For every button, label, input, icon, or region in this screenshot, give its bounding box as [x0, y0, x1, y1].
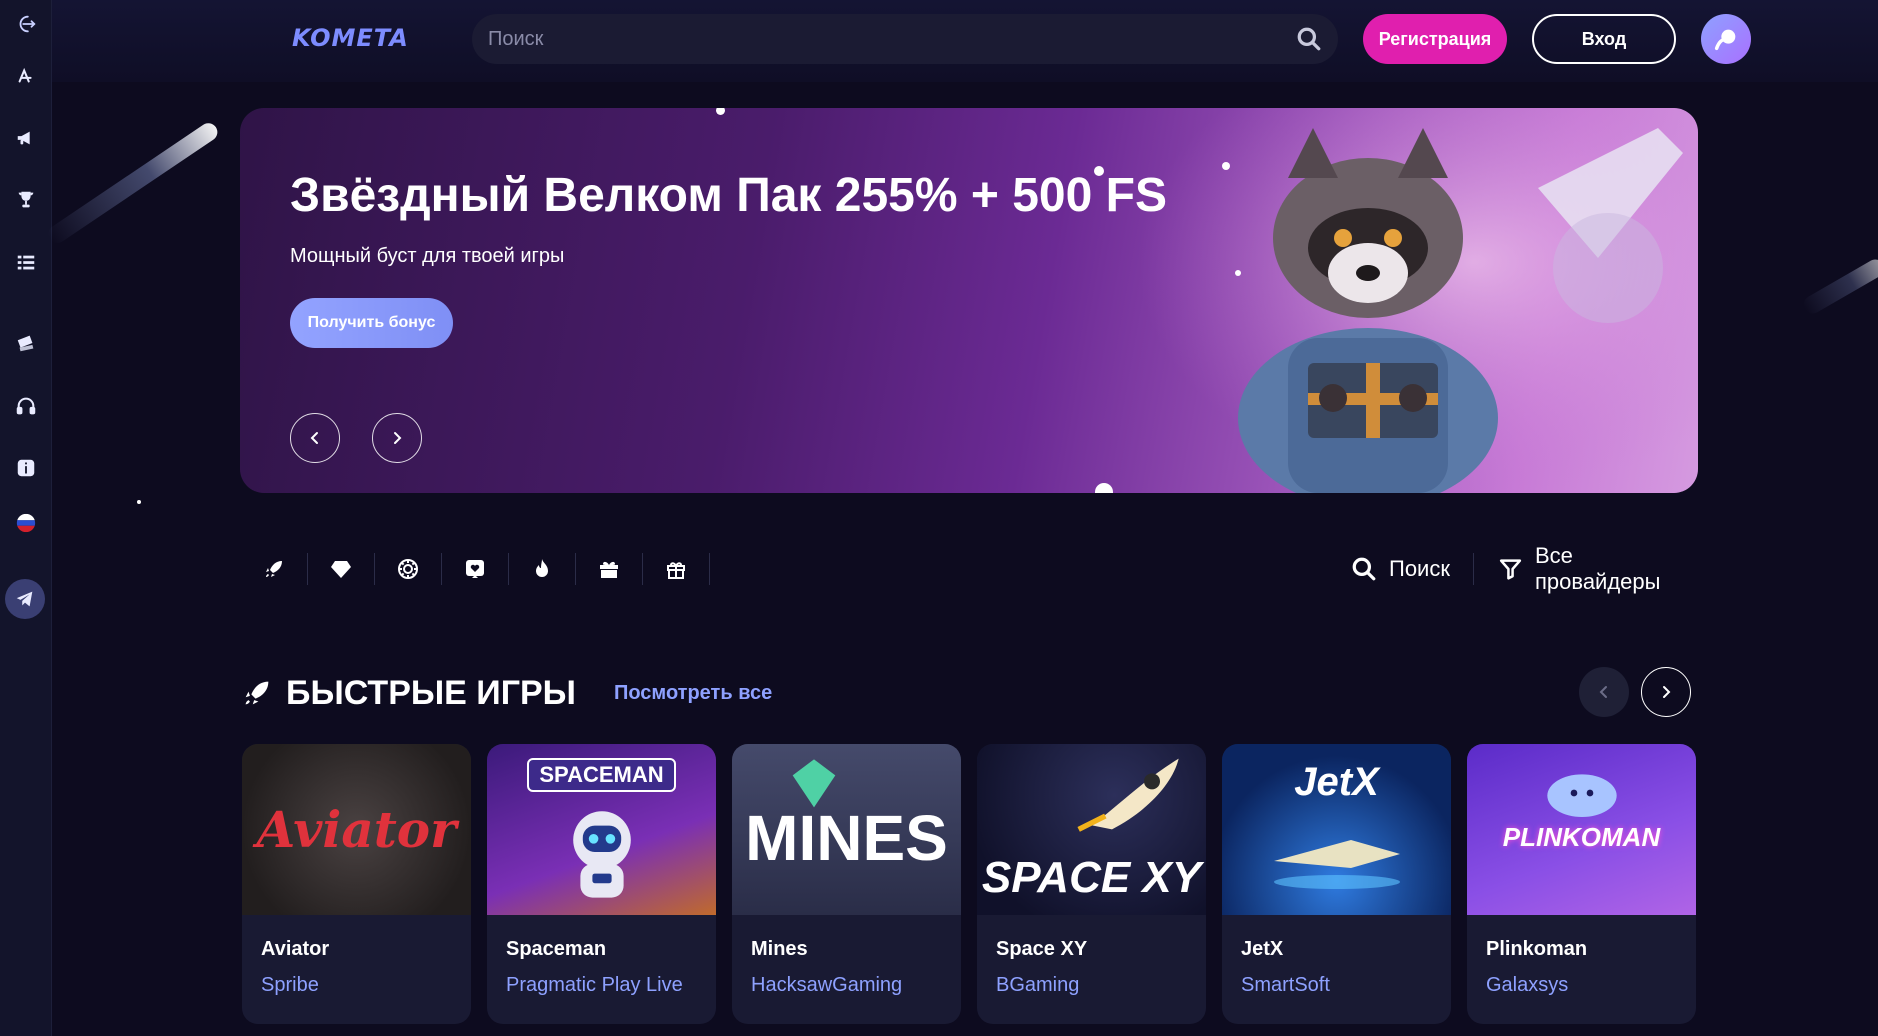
game-provider: SmartSoft: [1241, 974, 1330, 996]
game-provider: HacksawGaming: [751, 974, 903, 996]
star-dot: [1094, 166, 1104, 176]
game-name: Mines: [751, 938, 808, 960]
category-gift-outline-icon[interactable]: [642, 545, 709, 593]
telegram-icon[interactable]: [5, 579, 45, 619]
raccoon-astronaut-illustration: [1138, 108, 1698, 493]
star-dot: [137, 500, 141, 504]
star-dot: [716, 108, 725, 115]
game-logo: SPACEMAN: [527, 758, 676, 792]
category-diamond-icon[interactable]: [307, 545, 374, 593]
section-header: БЫСТРЫЕ ИГРЫ Посмотреть все: [240, 668, 772, 718]
game-logo: SPACE XY: [981, 853, 1202, 902]
game-logo: PLINKOMAN: [1502, 822, 1661, 852]
category-rocket-icon[interactable]: [240, 545, 307, 593]
jet-art: [1273, 840, 1400, 889]
trophy-icon[interactable]: [0, 180, 52, 220]
game-provider: Galaxsys: [1486, 974, 1569, 996]
logo[interactable]: KOMETA: [292, 24, 409, 54]
game-name: Plinkoman: [1486, 938, 1588, 960]
star-dot: [1095, 483, 1113, 493]
game-card[interactable]: SPACE XY Space XY BGaming: [977, 744, 1206, 1024]
rocket-art: [1077, 758, 1179, 832]
filter-icon: [1499, 559, 1522, 580]
ghost-art: [1546, 774, 1617, 817]
category-bar: Поиск Все провайдеры: [240, 543, 1698, 594]
category-search-button[interactable]: Поиск: [1351, 545, 1450, 593]
game-provider: Pragmatic Play Live: [506, 974, 683, 996]
games-prev-button[interactable]: [1579, 667, 1629, 717]
game-name: Space XY: [996, 938, 1088, 960]
register-button[interactable]: Регистрация: [1363, 14, 1507, 64]
banner-next-button[interactable]: [372, 413, 422, 463]
game-card[interactable]: MINES Mines HacksawGaming: [732, 744, 961, 1024]
section-title: БЫСТРЫЕ ИГРЫ: [286, 673, 576, 712]
game-provider: BGaming: [996, 974, 1080, 996]
headset-icon[interactable]: [0, 386, 52, 426]
game-card[interactable]: SPACEMAN Spaceman Pragmatic Play Live: [487, 744, 716, 1024]
game-card[interactable]: PLINKOMAN Plinkoman Galaxsys: [1467, 744, 1696, 1024]
search-icon: [1352, 557, 1376, 581]
game-card[interactable]: Aviator Aviator Spribe: [242, 744, 471, 1024]
banner-subtitle: Мощный буст для твоей игры: [290, 245, 565, 267]
ticket-icon[interactable]: [0, 323, 52, 363]
comet-streak-right: [1800, 256, 1878, 317]
chevron-left-icon: [310, 432, 318, 444]
game-provider: Spribe: [261, 974, 319, 996]
search-bar[interactable]: [472, 14, 1338, 64]
providers-filter-button[interactable]: Все провайдеры: [1498, 543, 1698, 594]
game-name: Aviator: [261, 938, 330, 960]
chevron-left-icon: [1599, 686, 1607, 698]
search-input[interactable]: [488, 27, 1296, 51]
search-icon[interactable]: [1296, 26, 1322, 52]
login-icon[interactable]: [0, 4, 52, 44]
game-thumbnail[interactable]: JetX: [1222, 744, 1451, 915]
login-button[interactable]: Вход: [1532, 14, 1676, 64]
chevron-right-icon: [1663, 686, 1671, 698]
game-logo: Aviator: [256, 799, 457, 859]
header: KOMETA Регистрация Вход: [52, 0, 1878, 82]
providers-filter-label: Все провайдеры: [1535, 543, 1661, 594]
rocket-icon: [245, 681, 269, 705]
game-card[interactable]: JetX JetX SmartSoft: [1222, 744, 1451, 1024]
game-logo: JetX: [1294, 760, 1379, 804]
banner-title: Звёздный Велком Пак 255% + 500 FS: [290, 169, 1167, 222]
promo-banner[interactable]: Звёздный Велком Пак 255% + 500 FS Мощный…: [240, 108, 1698, 493]
game-thumbnail[interactable]: MINES: [732, 744, 961, 915]
games-carousel: Aviator Aviator Spribe SPACEMAN Spaceman…: [242, 744, 1698, 1036]
chevron-right-icon: [394, 432, 402, 444]
game-name: JetX: [1241, 938, 1284, 960]
sidebar: [0, 0, 52, 1036]
megaphone-icon[interactable]: [0, 118, 52, 158]
get-bonus-button[interactable]: Получить бонус: [290, 298, 453, 348]
game-thumbnail[interactable]: Aviator: [242, 744, 471, 915]
font-icon[interactable]: [0, 56, 52, 96]
category-search-label: Поиск: [1389, 556, 1450, 581]
game-thumbnail[interactable]: SPACEMAN: [487, 744, 716, 915]
game-logo: MINES: [745, 802, 948, 874]
divider: [1473, 553, 1474, 585]
comet-streak-left: [44, 119, 221, 247]
game-thumbnail[interactable]: SPACE XY: [977, 744, 1206, 915]
category-heart-icon[interactable]: [441, 545, 508, 593]
avatar[interactable]: [1701, 14, 1751, 64]
view-all-link[interactable]: Посмотреть все: [614, 682, 772, 705]
category-chip-icon[interactable]: [374, 545, 441, 593]
astronaut-art: [572, 811, 631, 898]
divider: [709, 553, 710, 585]
info-icon[interactable]: [0, 448, 52, 488]
list-icon[interactable]: [0, 243, 52, 283]
games-next-button[interactable]: [1641, 667, 1691, 717]
russia-flag-icon[interactable]: [0, 503, 52, 543]
game-name: Spaceman: [506, 938, 607, 960]
game-thumbnail[interactable]: PLINKOMAN: [1467, 744, 1696, 915]
banner-prev-button[interactable]: [290, 413, 340, 463]
category-fire-icon[interactable]: [508, 545, 575, 593]
category-gift-icon[interactable]: [575, 545, 642, 593]
